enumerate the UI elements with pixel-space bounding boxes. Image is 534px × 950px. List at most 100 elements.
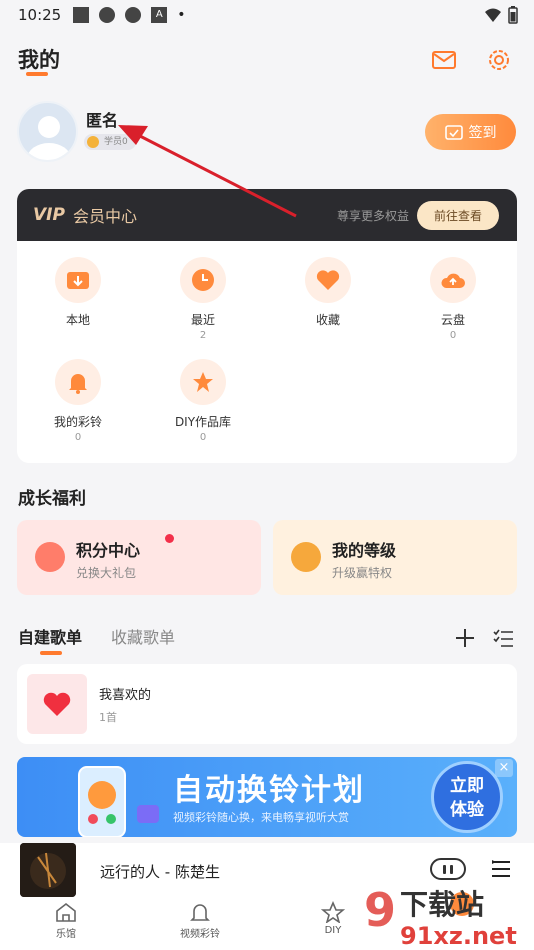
signin-button[interactable]: 签到 <box>425 114 516 150</box>
album-art <box>20 843 76 897</box>
home-icon <box>56 902 76 922</box>
battery-icon <box>508 6 518 24</box>
vip-card: VIP 会员中心 尊享更多权益 前往查看 本地 最近 2 收藏 云盘 0 我的彩… <box>17 189 517 463</box>
grid-item-cloud[interactable]: 云盘 0 <box>408 257 498 341</box>
promo-banner[interactable]: 自动换铃计划 视频彩铃随心换，来电畅享视听大赏 立即 体验 × <box>17 757 517 837</box>
username[interactable]: 匿名 <box>86 107 118 131</box>
watermark-logo: 9 下载站 91xz.net <box>364 880 534 950</box>
banner-btn-line2: 体验 <box>450 800 484 820</box>
star-outline-icon <box>321 901 345 923</box>
status-right <box>484 6 518 24</box>
level-badge[interactable]: 学员0 <box>84 134 136 150</box>
profile-section: 匿名 学员0 签到 <box>0 95 534 175</box>
vip-subtitle: 尊享更多权益 <box>336 209 409 223</box>
heart-icon <box>316 270 340 290</box>
grid-count: 0 <box>449 330 457 341</box>
vip-logo: VIP <box>33 205 65 225</box>
vip-view-button[interactable]: 前往查看 <box>417 201 499 230</box>
status-time: 10:25 <box>18 6 62 24</box>
nav-music-hall[interactable]: 乐馆 <box>21 901 111 940</box>
points-subtitle: 兑换大礼包 <box>76 566 137 580</box>
grid-count: 0 <box>199 432 207 443</box>
banner-close-button[interactable]: × <box>495 759 513 777</box>
nav-label: 乐馆 <box>56 929 76 940</box>
header: 我的 <box>0 30 534 90</box>
grid-item-diy[interactable]: DIY作品库 0 <box>158 359 248 443</box>
playlist-queue-icon[interactable] <box>490 858 512 880</box>
calendar-check-icon <box>444 125 463 140</box>
avatar[interactable] <box>17 101 78 162</box>
nav-video-ringtone[interactable]: 视频彩铃 <box>155 901 245 940</box>
grid-item-ringtone[interactable]: 我的彩铃 0 <box>33 359 123 443</box>
signin-label: 签到 <box>468 125 497 141</box>
my-level-card[interactable]: 我的等级 升级赢特权 <box>273 520 517 595</box>
mail-icon[interactable] <box>430 46 458 74</box>
banner-title: 自动换铃计划 <box>173 773 365 808</box>
cloud-upload-icon <box>441 273 465 288</box>
gift-icon <box>35 542 65 572</box>
favorites-cover <box>27 674 87 734</box>
level-medal-icon <box>87 136 99 148</box>
pause-button[interactable] <box>430 858 466 880</box>
folder-download-icon <box>67 272 89 289</box>
growth-section-title: 成长福利 <box>18 489 86 509</box>
app-notification-icon-2 <box>125 7 142 23</box>
tab-created-playlists[interactable]: 自建歌单 <box>18 624 82 648</box>
grid-label: DIY作品库 <box>174 415 232 429</box>
download-site-watermark: 9 下载站 91xz.net <box>364 883 517 950</box>
recent-circle <box>180 257 226 303</box>
notification-dot <box>165 534 174 543</box>
status-bar: 10:25 A • <box>0 0 534 30</box>
points-center-card[interactable]: 积分中心 兑换大礼包 <box>17 520 261 595</box>
grid-label: 收藏 <box>315 313 340 327</box>
title-underline <box>26 72 48 76</box>
nav-label: DIY <box>324 925 342 936</box>
default-avatar-icon <box>27 116 71 160</box>
grid-label: 云盘 <box>440 313 465 327</box>
heart-icon <box>43 692 71 716</box>
now-playing-title: 远行的人 - 陈楚生 <box>100 863 220 881</box>
more-dot-icon: • <box>177 7 186 23</box>
video-bell-icon <box>190 904 210 921</box>
svg-text:下载站: 下载站 <box>400 888 484 921</box>
grid-item-recent[interactable]: 最近 2 <box>158 257 248 341</box>
tab-collected-playlists[interactable]: 收藏歌单 <box>111 624 175 648</box>
level-star-icon <box>291 542 321 572</box>
manage-list-icon[interactable] <box>492 628 514 648</box>
svg-text:91xz.net: 91xz.net <box>400 922 517 950</box>
bell-icon <box>69 374 87 394</box>
album-cover[interactable] <box>20 843 76 897</box>
level-title: 我的等级 <box>332 541 397 560</box>
playlist-tabs: 自建歌单 收藏歌单 <box>18 624 518 656</box>
diy-circle <box>180 359 226 405</box>
playlist-name: 我喜欢的 <box>99 688 152 703</box>
wifi-icon <box>485 8 501 22</box>
banner-btn-line1: 立即 <box>450 776 484 796</box>
settings-gear-icon[interactable] <box>485 46 513 74</box>
notification-square-icon <box>73 7 90 23</box>
app-notification-icon <box>99 7 116 23</box>
favorites-circle <box>305 257 351 303</box>
level-subtitle: 升级赢特权 <box>332 566 393 580</box>
level-text: 学员0 <box>104 137 128 147</box>
grid-label: 我的彩铃 <box>53 415 102 429</box>
ringtone-circle <box>55 359 101 405</box>
grid-label: 最近 <box>190 313 215 327</box>
banner-subtitle: 视频彩铃随心换，来电畅享视听大赏 <box>173 811 349 824</box>
nav-label: 视频彩铃 <box>180 929 220 940</box>
add-icon[interactable] <box>455 628 475 648</box>
page-title: 我的 <box>18 48 60 72</box>
grid-label: 本地 <box>65 313 90 327</box>
tab-underline <box>40 651 62 655</box>
vip-bar[interactable]: VIP 会员中心 尊享更多权益 前往查看 <box>17 189 517 241</box>
grid-item-favorites[interactable]: 收藏 <box>283 257 373 330</box>
playlist-card[interactable]: 我喜欢的 1首 <box>17 664 517 744</box>
svg-text:9: 9 <box>364 883 396 937</box>
clock-icon <box>192 269 214 291</box>
grid-count: 0 <box>74 432 82 443</box>
grid-item-local[interactable]: 本地 <box>33 257 123 330</box>
a-badge-icon: A <box>151 7 168 23</box>
local-circle <box>55 257 101 303</box>
banner-try-button[interactable]: 立即 体验 <box>431 761 503 833</box>
phone-ringtone-illustration <box>78 766 159 837</box>
